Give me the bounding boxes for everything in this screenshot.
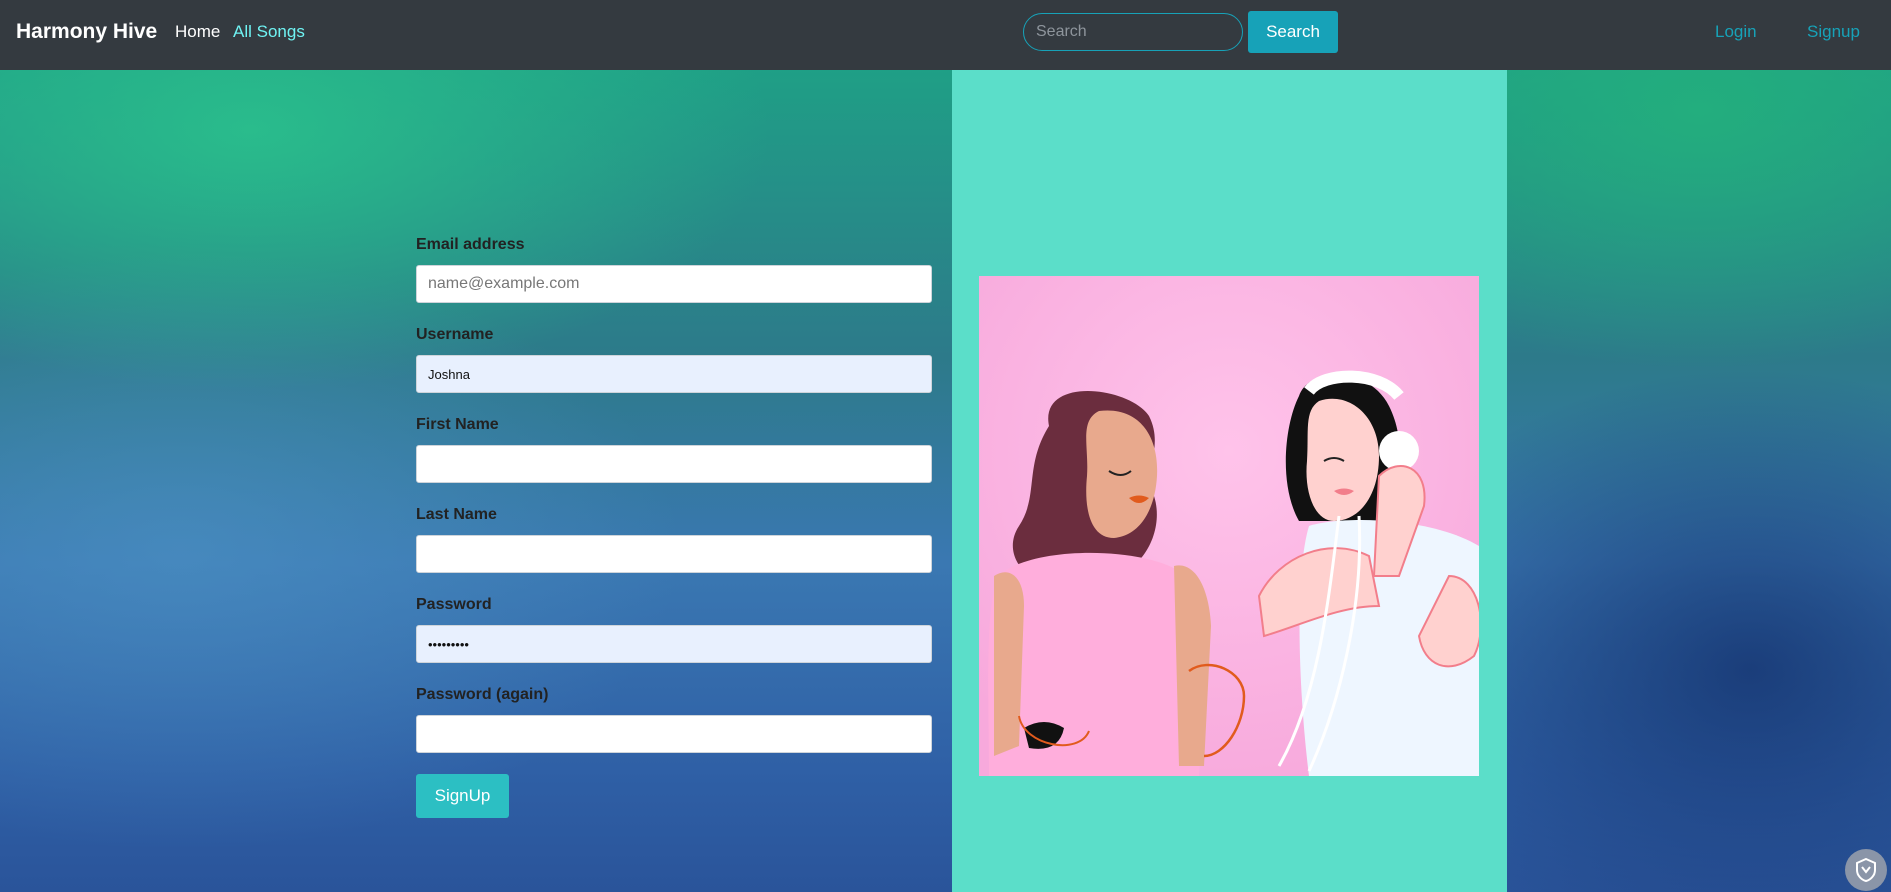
username-label: Username [416,326,494,343]
nav-link-home[interactable]: Home [175,22,220,42]
signup-submit-button[interactable]: SignUp [416,774,509,818]
navbar: Harmony Hive Home All Songs Search Login… [0,0,1891,70]
shield-icon[interactable] [1845,849,1887,891]
first-name-field[interactable] [416,445,932,483]
first-name-label: First Name [416,416,499,433]
nav-link-signup[interactable]: Signup [1807,22,1860,42]
search-input[interactable] [1023,13,1243,51]
username-field[interactable] [416,355,932,393]
password-label: Password [416,596,492,613]
last-name-label: Last Name [416,506,497,523]
password-again-label: Password (again) [416,686,549,703]
page-background [0,70,1891,892]
search-button[interactable]: Search [1248,11,1338,53]
nav-link-all-songs[interactable]: All Songs [233,22,305,42]
brand-logo[interactable]: Harmony Hive [16,20,157,44]
two-women-listening-music-illustration [979,276,1479,776]
password-field[interactable] [416,625,932,663]
email-label: Email address [416,236,525,253]
nav-link-login[interactable]: Login [1715,22,1757,42]
last-name-field[interactable] [416,535,932,573]
email-field[interactable] [416,265,932,303]
password-again-field[interactable] [416,715,932,753]
